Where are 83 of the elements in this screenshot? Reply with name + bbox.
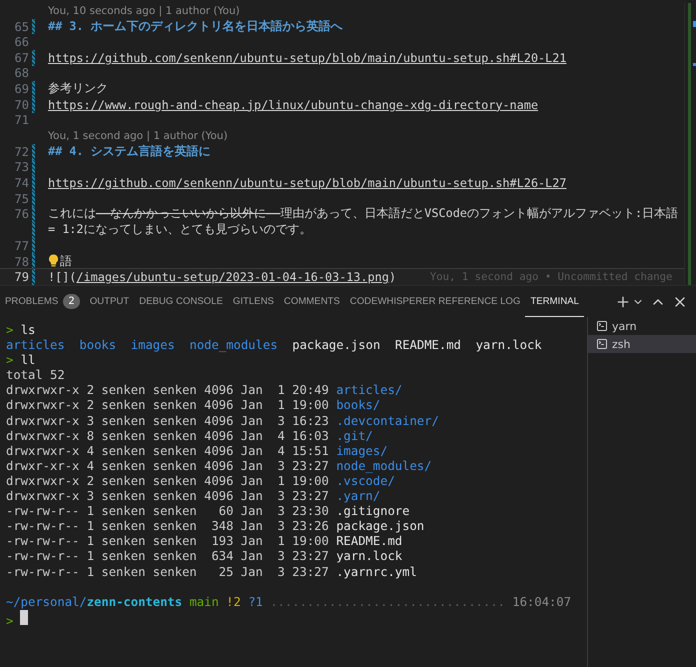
code-text: これには――なんかかっこいいから以外に――理由があって、日本語だとVSCodeのフォント幅がアルファベット:日本語 [48,206,678,222]
command-text: ll [20,353,36,368]
panel-tab[interactable]: TERMINAL [525,286,584,317]
file-info: drwxr-xr-x 4 senken senken 4096 Jan 3 23:27 [6,458,329,473]
file-name: .git/ [336,428,373,443]
file-name: README.md [394,338,462,352]
code-text: 語 [48,254,72,270]
code-text: ![](/images/ubuntu-setup/2023-01-04-16-03-13.png) [48,270,396,284]
output-text: total 52 [6,368,65,382]
count-badge: 2 [63,294,80,309]
file-info: drwxrwxr-x 8 senken senken 4096 Jan 4 16:03 [6,428,329,443]
code-text: ## 4. システム言語を英語に [48,144,211,160]
terminal-session[interactable]: yarn [588,317,696,335]
code-text: https://www.rough-and-cheap.jp/linux/ubuntu-change-xdg-directory-name [48,98,538,112]
panel-tab[interactable]: GITLENS [228,286,279,317]
panel-tab[interactable]: CODEWHISPERER REFERENCE LOG [344,286,526,317]
file-info: drwxrwxr-x 3 senken senken 4096 Jan 3 23:27 [6,489,329,504]
code-text: = 1:2になってしまい、とても見づらいのです。 [48,222,312,238]
blame-annotation[interactable]: You, 1 second ago | 1 author (You) [48,130,228,142]
file-name: .yarnrc.yml [336,564,417,578]
blame-annotation[interactable]: You, 10 seconds ago | 1 author (You) [48,4,240,17]
untracked-count: ?1 [248,594,263,609]
panel-tab[interactable]: PROBLEMS 2 [0,286,85,317]
prompt-mark: > [6,353,14,368]
line-number: 68 [14,66,29,80]
line-number: 76 [14,207,29,222]
code-text: https://github.com/senkenn/ubuntu-setup/blob/main/ubuntu-setup.sh#L20-L21 [48,50,566,65]
file-info: drwxrwxr-x 2 senken senken 4096 Jan 1 19:00 [6,398,329,412]
line-number: 73 [14,160,29,174]
terminal-session[interactable]: zsh [588,335,696,353]
line-number: 66 [14,35,29,50]
branch-name: main [189,594,219,609]
file-info: -rw-rw-r-- 1 senken senken 634 Jan 3 23:27 [6,549,329,564]
dots-filler: ................................ [270,594,506,609]
line-number: 78 [14,254,29,268]
file-name: articles/ [336,383,402,398]
code-text: https://github.com/senkenn/ubuntu-setup/blob/main/ubuntu-setup.sh#L26-L27 [48,176,566,190]
file-info: drwxrwxr-x 2 senken senken 4096 Jan 1 20:49 [6,383,329,398]
clock-time: 16:04:07 [512,594,572,609]
line-number: 77 [14,238,29,253]
file-info: -rw-rw-r-- 1 senken senken 193 Jan 1 19:00 [6,534,329,548]
panel-tab[interactable]: OUTPUT [84,286,134,317]
prompt-mark: > [6,323,14,337]
line-number: 72 [14,144,29,159]
panel-tab[interactable]: DEBUG CONSOLE [134,286,228,317]
modified-count: !2 [226,594,241,609]
file-name: yarn.lock [476,338,542,352]
prompt-mark: > [6,614,14,628]
line-number: 75 [14,192,29,206]
file-name: articles [6,338,65,352]
command-text: ls [20,323,36,337]
file-name: package.json [292,338,380,352]
file-info: -rw-rw-r-- 1 senken senken 25 Jan 3 23:27 [6,564,329,578]
file-name: README.md [336,534,402,548]
file-name: .gitignore [336,504,410,518]
file-name: node_modules/ [336,458,432,473]
file-info: -rw-rw-r-- 1 senken senken 348 Jan 3 23:26 [6,519,329,534]
file-name: yarn.lock [336,549,402,564]
file-name: .devcontainer/ [336,414,439,428]
line-number: 69 [14,82,29,96]
code-text: 参考リンク [48,81,108,98]
file-info: -rw-rw-r-- 1 senken senken 60 Jan 3 23:30 [6,504,329,518]
file-name: images [130,338,175,352]
panel-tab[interactable]: COMMENTS [278,286,345,317]
line-number: 74 [14,176,29,190]
file-name: books [79,338,116,352]
file-name: .yarn/ [336,489,380,504]
file-name: node_modules [189,338,278,352]
file-info: drwxrwxr-x 2 senken senken 4096 Jan 1 19:00 [6,474,329,488]
line-number: 65 [14,20,29,34]
file-name: books/ [336,398,380,412]
file-name: .vscode/ [336,474,395,488]
path-text: ~/personal/ [6,594,87,609]
file-info: drwxrwxr-x 3 senken senken 4096 Jan 3 16:23 [6,414,329,428]
line-number: 67 [14,50,29,65]
line-number: 79 [14,270,29,284]
file-info: drwxrwxr-x 4 senken senken 4096 Jan 4 15:51 [6,444,329,458]
file-name: package.json [336,519,424,534]
code-text: ## 3. ホーム下のディレクトリ名を日本語から英語へ [48,18,343,34]
file-name: images/ [336,444,388,458]
line-number: 71 [14,113,29,128]
repo-name: zenn-contents [86,594,182,609]
line-number: 70 [14,98,29,112]
